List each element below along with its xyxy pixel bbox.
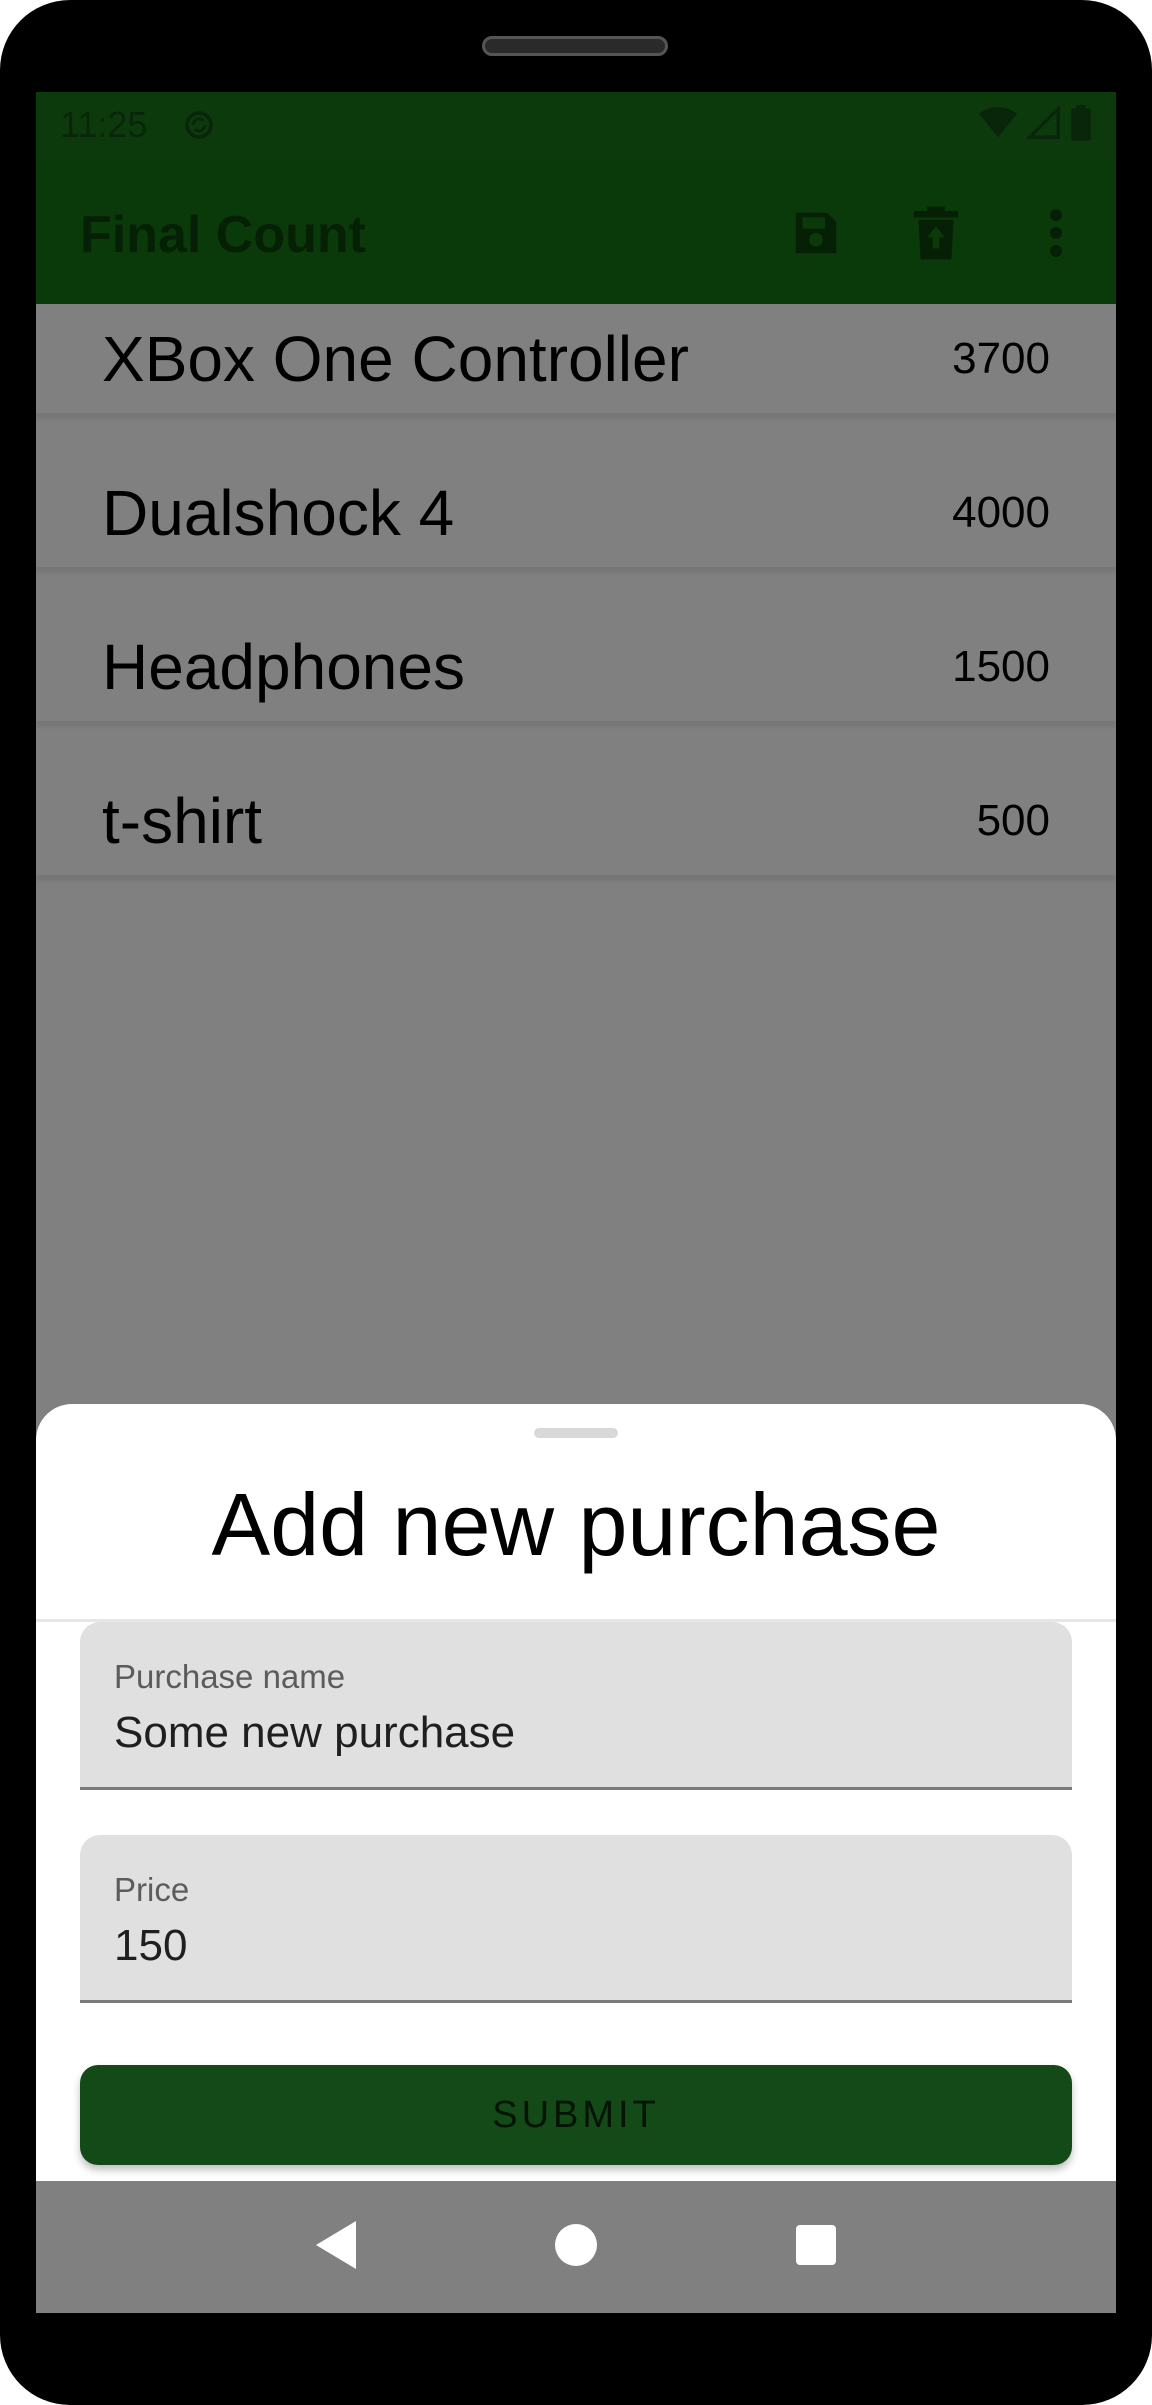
item-price: 4000	[952, 487, 1050, 537]
purchase-name-field[interactable]: Purchase name Some new purchase	[80, 1622, 1072, 1790]
recents-icon	[796, 2224, 836, 2270]
phone-speaker	[482, 36, 668, 56]
back-icon	[315, 2220, 357, 2274]
price-field[interactable]: Price 150	[80, 1835, 1072, 2003]
status-icons	[978, 104, 1092, 146]
screen: 11:25 Final Count XBox One Controller 37…	[36, 92, 1116, 2313]
list-item[interactable]: t-shirt 500	[36, 766, 1116, 878]
app-title: Final Count	[80, 206, 366, 264]
item-price: 1500	[952, 641, 1050, 691]
overflow-menu-button[interactable]	[996, 175, 1116, 295]
sheet-drag-handle[interactable]	[534, 1428, 618, 1438]
app-bar-actions	[756, 158, 1116, 312]
home-icon	[555, 2223, 597, 2271]
battery-icon	[1070, 104, 1092, 146]
status-bar: 11:25	[36, 92, 1116, 158]
save-button[interactable]	[756, 175, 876, 295]
list-item[interactable]: XBox One Controller 3700	[36, 304, 1116, 416]
purchase-name-value[interactable]: Some new purchase	[114, 1708, 515, 1758]
sync-icon	[181, 107, 217, 143]
item-name: Headphones	[102, 630, 465, 703]
list-item[interactable]: Dualshock 4 4000	[36, 458, 1116, 570]
more-vert-icon	[1048, 208, 1064, 263]
purchase-name-label: Purchase name	[114, 1658, 346, 1695]
recents-button[interactable]	[771, 2202, 861, 2292]
app-bar: Final Count	[36, 158, 1116, 312]
item-price: 500	[976, 795, 1050, 845]
item-price: 3700	[952, 333, 1050, 383]
signal-icon	[1025, 104, 1062, 145]
delete-button[interactable]	[876, 175, 996, 295]
navigation-bar	[36, 2181, 1116, 2313]
back-button[interactable]	[291, 2202, 381, 2292]
wifi-icon	[978, 106, 1018, 144]
list-item[interactable]: Headphones 1500	[36, 612, 1116, 724]
submit-button[interactable]: SUBMIT	[80, 2065, 1072, 2165]
price-value[interactable]: 150	[114, 1921, 187, 1971]
add-purchase-sheet: Add new purchase Purchase name Some new …	[36, 1404, 1116, 2184]
delete-upload-icon	[914, 206, 958, 265]
sheet-title: Add new purchase	[211, 1475, 941, 1574]
phone-frame: 11:25 Final Count XBox One Controller 37…	[0, 0, 1152, 2405]
item-name: t-shirt	[102, 784, 262, 857]
home-button[interactable]	[531, 2202, 621, 2292]
status-time: 11:25	[60, 104, 148, 145]
save-icon	[789, 206, 843, 265]
price-label: Price	[114, 1871, 190, 1908]
item-name: Dualshock 4	[102, 476, 455, 549]
item-name: XBox One Controller	[102, 322, 689, 395]
